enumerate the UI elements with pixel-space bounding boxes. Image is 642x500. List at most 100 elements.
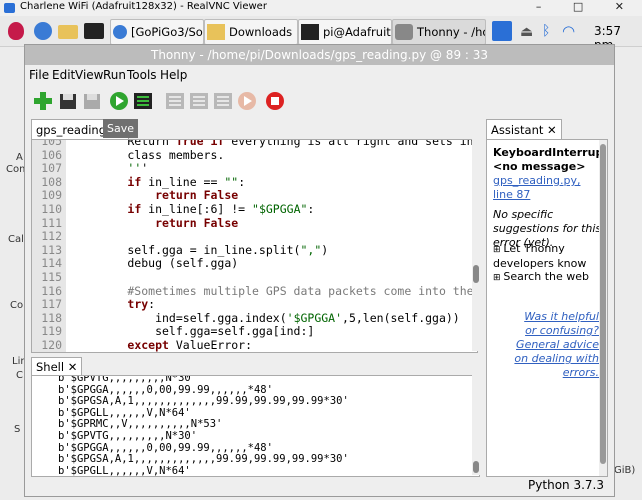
wifi-icon[interactable]: ◠	[562, 22, 575, 40]
editor-tabbar: gps_reading.py Save	[31, 119, 471, 140]
assistant-scroll-thumb[interactable]	[600, 144, 606, 464]
line-number: 120	[41, 338, 62, 352]
taskbar-item-thonny[interactable]: Thonny - /ho...	[392, 19, 486, 45]
line-number: 115	[41, 270, 62, 284]
desktop-text: A	[16, 152, 23, 163]
taskbar-item-gopigo[interactable]: [GoPiGo3/Soft...	[110, 19, 204, 45]
vnc-window-controls[interactable]: – □ ✕	[536, 0, 638, 13]
tab-assistant[interactable]: Assistant ✕	[486, 119, 562, 140]
line-number: 111	[41, 215, 62, 230]
stop-icon[interactable]	[265, 91, 285, 111]
terminal-icon	[301, 23, 319, 40]
taskbar-item-downloads[interactable]: Downloads	[204, 19, 298, 45]
menu-edit[interactable]: Edit	[52, 68, 75, 82]
line-number: 114	[41, 256, 62, 271]
code-line: #Sometimes multiple GPS data packets com…	[72, 283, 478, 298]
code-line: class members.	[72, 147, 225, 162]
save-tooltip: Save	[103, 119, 139, 138]
close-icon[interactable]: ✕	[547, 123, 557, 137]
vnc-title: Charlene WiFi (Adafruit128x32) - RealVNC…	[20, 1, 267, 12]
assistant-scrollbar[interactable]	[599, 140, 607, 476]
code-line: try:	[127, 297, 156, 312]
expand-icon[interactable]: ⊞	[493, 273, 503, 283]
line-number: 119	[41, 324, 62, 339]
code-line: return False	[155, 188, 239, 203]
open-file-icon[interactable]	[58, 91, 78, 111]
taskbar-item-terminal[interactable]: pi@Adafruit12...	[298, 19, 392, 45]
line-number: 110	[41, 202, 62, 216]
code-line: self.gga = in_line.split(",")	[72, 242, 329, 257]
shell-line: b'$GPGGA,,,,,,0,00,99.99,,,,,,*48'	[58, 441, 273, 454]
shell-line: b'$GPVTG,,,,,,,,,N*30'	[58, 430, 198, 442]
code-line: '''	[127, 161, 149, 176]
step-into-icon	[189, 91, 209, 111]
desktop-text: GiB)	[614, 465, 636, 476]
editor-scroll-thumb[interactable]	[473, 265, 479, 283]
line-number: 109	[41, 188, 62, 203]
let-thonny-know[interactable]: ⊞ Let Thonny developers know	[493, 242, 603, 271]
vnc-title-bar: Charlene WiFi (Adafruit128x32) - RealVNC…	[0, 0, 642, 17]
desktop-text: C	[16, 370, 23, 381]
line-gutter: 105 106 107 108 109 110 111 112 113 114 115 116 117 1…	[32, 140, 66, 352]
toolbar	[25, 85, 614, 117]
debug-icon[interactable]	[133, 91, 153, 111]
shell-line: b'$GPGLL,,,,,,V,N*64'	[58, 406, 191, 419]
eject-icon[interactable]: ⏏	[520, 24, 533, 40]
error-location-link[interactable]: gps_reading.py, line 87	[493, 174, 601, 202]
window-title: Thonny - /home/pi/Downloads/gps_reading.…	[25, 45, 614, 65]
new-file-icon[interactable]	[33, 91, 53, 111]
terminal-icon[interactable]	[84, 23, 104, 39]
browser-icon[interactable]	[34, 22, 52, 40]
code-line: if in_line == "":	[127, 174, 246, 189]
shell-scroll-thumb[interactable]	[473, 461, 479, 473]
menu-file[interactable]: File	[29, 68, 49, 82]
desktop-text: S	[14, 424, 21, 435]
line-number: 116	[41, 283, 62, 298]
menu-view[interactable]: View	[75, 68, 103, 82]
editor-scrollbar[interactable]	[472, 139, 480, 351]
desktop-text: Co	[10, 300, 24, 311]
general-advice-link[interactable]: General advice on dealing with errors.	[507, 338, 599, 380]
shell-line: b'$GPRMC,,V,,,,,,,,,,N*53'	[58, 418, 223, 431]
shell-line: b'$GPGGA,,,,,,0,00,99.99,,,,,,*48'	[58, 383, 273, 396]
menu-run[interactable]: Run	[103, 68, 126, 82]
raspberry-menu-icon[interactable]	[8, 22, 24, 40]
assistant-panel: KeyboardInterrupt: <no message> gps_read…	[486, 139, 608, 477]
code-line: debug (self.gga)	[72, 256, 239, 271]
save-file-icon[interactable]	[82, 91, 102, 111]
desktop-text: Cal	[8, 234, 24, 245]
python-version[interactable]: Python 3.7.3	[528, 478, 604, 492]
thonny-window: Thonny - /home/pi/Downloads/gps_reading.…	[24, 44, 615, 497]
shell-line: b'$GPGSA,A,1,,,,,,,,,,,,,99.99,99.99,99.…	[58, 395, 349, 408]
line-number: 106	[41, 147, 62, 162]
folder-icon[interactable]	[58, 25, 78, 39]
shell-scrollbar[interactable]	[472, 375, 480, 475]
close-icon[interactable]: ✕	[68, 360, 78, 374]
code-line: ind=self.gga.index('$GPGGA',5,len(self.g…	[72, 310, 460, 325]
error-title: KeyboardInterrupt:	[493, 146, 608, 159]
vnc-icon	[4, 3, 15, 13]
menu-tools[interactable]: Tools	[127, 68, 157, 82]
code-editor[interactable]: 105 106 107 108 109 110 111 112 113 114 115 116 117 1…	[31, 139, 478, 353]
folder-icon	[207, 23, 225, 40]
taskbar: [GoPiGo3/Soft... Downloads pi@Adafruit12…	[0, 16, 642, 52]
step-over-icon	[165, 91, 185, 111]
run-icon[interactable]	[109, 91, 129, 111]
line-number: 107	[41, 161, 62, 176]
tab-shell[interactable]: Shell ✕	[31, 357, 83, 376]
line-number: 118	[41, 310, 62, 325]
code-line: if in_line[:6] != "$GPGGA":	[127, 202, 315, 216]
feedback-link[interactable]: Was it helpful or confusing?	[513, 310, 599, 338]
line-number: 108	[41, 174, 62, 189]
step-out-icon	[213, 91, 233, 111]
error-message: <no message>	[493, 160, 586, 173]
shell-panel[interactable]: b'$GPVTG,,,,,,,,,N*30' b'$GPGGA,,,,,,0,00…	[31, 375, 480, 477]
menu-help[interactable]: Help	[160, 68, 187, 82]
vnc-tray-icon[interactable]	[492, 21, 512, 41]
chromium-icon	[113, 24, 127, 39]
thonny-icon	[395, 23, 413, 40]
expand-icon[interactable]: ⊞	[493, 245, 503, 255]
bluetooth-icon[interactable]: ᛒ	[542, 23, 550, 39]
line-number: 117	[41, 297, 62, 312]
search-the-web[interactable]: ⊞ Search the web	[493, 270, 589, 285]
